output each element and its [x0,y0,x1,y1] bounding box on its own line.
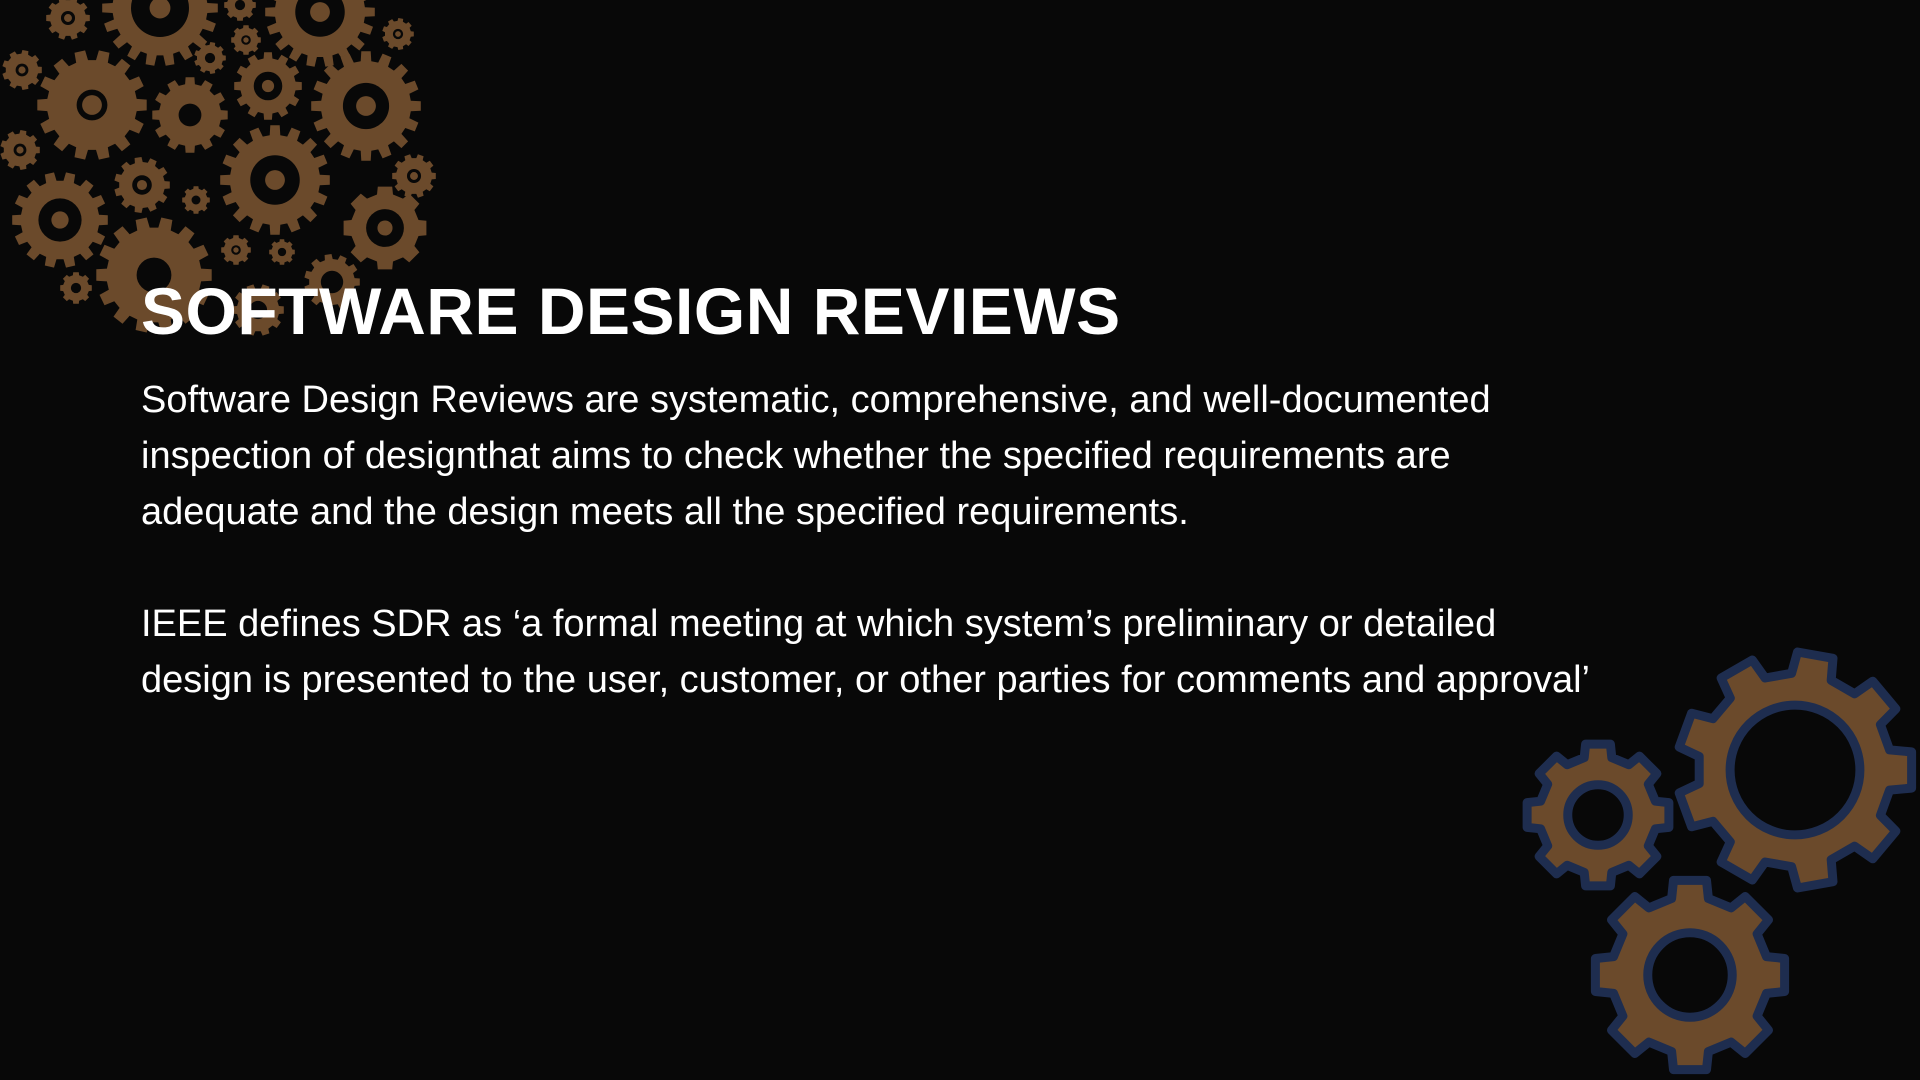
cluster-gear-icon [12,172,108,268]
trio-gear-icon [1522,739,1674,891]
cluster-gear-icon [392,154,436,198]
cluster-gear-icon [114,157,170,213]
body-paragraph-definition: Software Design Reviews are systematic, … [141,379,1491,533]
cluster-gear-icon [46,0,90,40]
cluster-gear-icon [182,186,210,214]
cluster-gear-icon [221,235,251,265]
cluster-gear-icon [234,52,302,120]
body-paragraph-ieee: IEEE defines SDR as ‘a formal meeting at… [141,603,1590,701]
cluster-gear-icon [37,50,147,160]
cluster-gear-icon [269,239,295,265]
trio-gear-icon [1590,875,1790,1075]
slide-title: SOFTWARE DESIGN REVIEWS [141,274,1121,348]
cluster-gear-icon [152,77,228,153]
cluster-gear-icon [220,125,330,235]
cluster-gear-icon [2,50,42,90]
cluster-gear-icon [0,130,40,170]
cluster-gear-icon [60,272,92,304]
cluster-gear-icon [194,42,226,74]
cluster-gear-icon [224,0,256,21]
trio-gear-icon [1674,647,1917,893]
cluster-gear-icon [311,51,421,161]
cluster-gear-icon [382,18,414,50]
slide: SOFTWARE DESIGN REVIEWS Software Design … [0,0,1920,1080]
cluster-gear-icon [343,186,427,270]
cluster-gear-icon [231,25,261,55]
slide-body: Software Design Reviews are systematic, … [141,372,1701,708]
